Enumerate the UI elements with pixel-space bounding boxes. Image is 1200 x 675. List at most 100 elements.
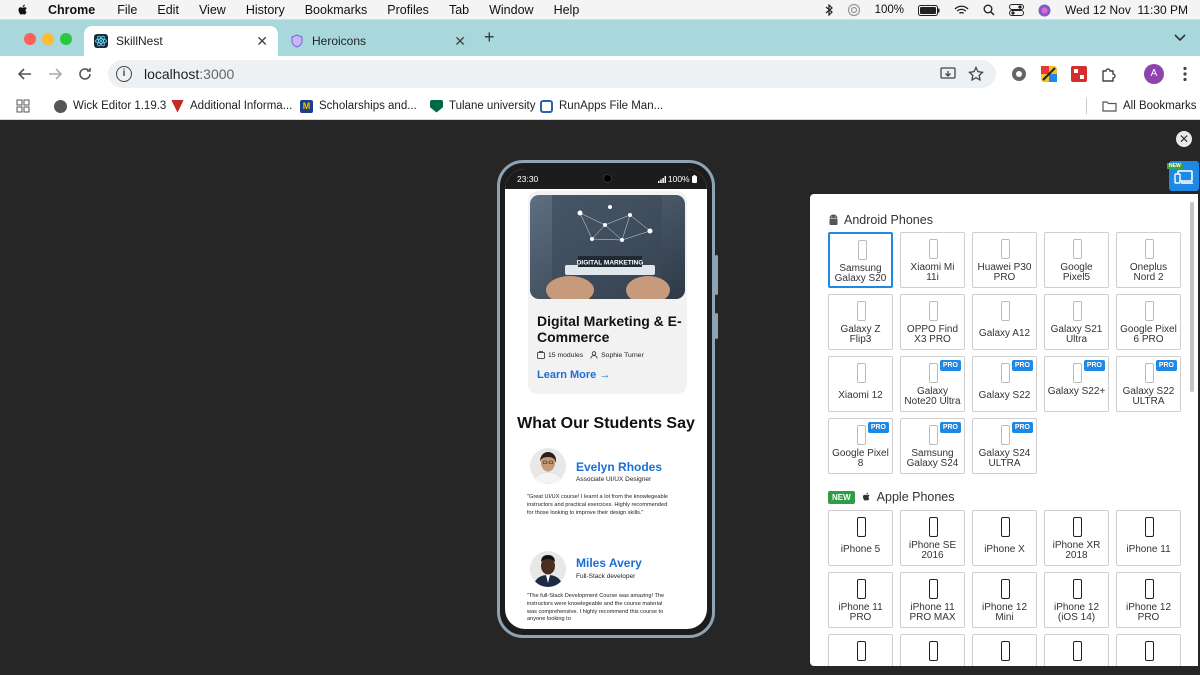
device-toggle-button[interactable]: NEW [1167, 161, 1199, 191]
profile-avatar[interactable]: A [1144, 64, 1164, 84]
bluetooth-icon[interactable] [825, 4, 833, 16]
install-app-icon[interactable] [940, 66, 956, 82]
extension-color-picker-icon[interactable] [1040, 65, 1058, 83]
tab-heroicons[interactable]: Heroicons ✕ [280, 26, 476, 56]
menu-bookmarks[interactable]: Bookmarks [305, 3, 368, 17]
course-title[interactable]: Digital Marketing & E-Commerce [537, 313, 685, 345]
apple-logo-icon[interactable] [16, 3, 30, 17]
device-option-iphone-x[interactable]: iPhone X [972, 510, 1037, 566]
tab-close-icon[interactable]: ✕ [454, 33, 466, 50]
device-option-galaxy-s24-ultra[interactable]: Galaxy S24 ULTRA PRO [972, 418, 1037, 474]
device-option-partial[interactable] [972, 634, 1037, 666]
menu-view[interactable]: View [199, 3, 226, 17]
device-option-xiaomi-12[interactable]: Xiaomi 12 [828, 356, 893, 412]
device-option-google-pixel-6-pro[interactable]: Google Pixel 6 PRO [1116, 294, 1181, 350]
device-option-iphone-5[interactable]: iPhone 5 [828, 510, 893, 566]
menu-window[interactable]: Window [489, 3, 533, 17]
reload-icon[interactable] [76, 65, 94, 83]
device-option-google-pixel5[interactable]: Google Pixel5 [1044, 232, 1109, 288]
menu-history[interactable]: History [246, 3, 285, 17]
device-option-oppo-find-x3-pro[interactable]: OPPO Find X3 PRO [900, 294, 965, 350]
chrome-tabstrip: SkillNest ✕ Heroicons ✕ + [0, 20, 1200, 56]
address-url[interactable]: localhost:3000 [144, 66, 234, 82]
extension-shield-icon[interactable] [1010, 65, 1028, 83]
airdrop-icon[interactable] [847, 3, 861, 17]
device-option-galaxy-note20-ultra[interactable]: Galaxy Note20 Ultra PRO [900, 356, 965, 412]
new-tab-button[interactable]: + [484, 27, 495, 48]
device-option-iphone-11-pro-max[interactable]: iPhone 11 PRO MAX [900, 572, 965, 628]
bookmark-star-icon[interactable] [968, 66, 984, 82]
menu-profiles[interactable]: Profiles [387, 3, 429, 17]
extensions-puzzle-icon[interactable] [1100, 65, 1118, 83]
device-option-iphone-12-pro[interactable]: iPhone 12 PRO [1116, 572, 1181, 628]
control-center-icon[interactable] [1009, 4, 1025, 16]
device-option-partial[interactable] [1116, 634, 1181, 666]
phone-outline-icon [929, 579, 938, 599]
device-option-partial[interactable] [828, 634, 893, 666]
device-option-partial[interactable] [1044, 634, 1109, 666]
device-option-iphone-12-mini[interactable]: iPhone 12 Mini [972, 572, 1037, 628]
spotlight-search-icon[interactable] [983, 4, 995, 16]
device-option-iphone-se-2016[interactable]: iPhone SE 2016 [900, 510, 965, 566]
device-option-galaxy-s21-ultra[interactable]: Galaxy S21 Ultra [1044, 294, 1109, 350]
window-close-button[interactable] [24, 33, 36, 45]
phone-outline-icon [1001, 239, 1010, 259]
device-option-samsung-galaxy-s24[interactable]: Samsung Galaxy S24 PRO [900, 418, 965, 474]
all-bookmarks-folder[interactable]: All Bookmarks [1102, 97, 1197, 115]
tab-close-icon[interactable]: ✕ [256, 33, 268, 50]
battery-icon[interactable] [918, 4, 940, 16]
bookmark-scholarships[interactable]: M Scholarships and... [300, 97, 417, 115]
device-option-galaxy-a12[interactable]: Galaxy A12 [972, 294, 1037, 350]
device-option-samsung-galaxy-s20[interactable]: Samsung Galaxy S20 [828, 232, 893, 288]
wifi-icon[interactable] [954, 5, 969, 16]
course-card[interactable]: DIGITAL MARKETING Digital Marketing & E-… [528, 191, 687, 394]
close-icon[interactable]: ✕ [1176, 131, 1192, 147]
phone-outline-icon [1001, 301, 1010, 321]
address-bar[interactable]: i localhost:3000 [108, 60, 996, 88]
device-option-huawei-p30-pro[interactable]: Huawei P30 PRO [972, 232, 1037, 288]
panel-scrollbar[interactable] [1190, 202, 1194, 392]
device-option-iphone-xr-2018[interactable]: iPhone XR 2018 [1044, 510, 1109, 566]
device-option-galaxy-z-flip3[interactable]: Galaxy Z Flip3 [828, 294, 893, 350]
forward-arrow-icon[interactable] [46, 65, 64, 83]
menu-app-chrome[interactable]: Chrome [48, 3, 95, 17]
device-name: Galaxy S22 ULTRA [1122, 386, 1175, 407]
learn-more-link[interactable]: Learn More → [537, 369, 610, 381]
apps-grid-icon[interactable] [16, 99, 30, 113]
device-option-oneplus-nord-2[interactable]: Oneplus Nord 2 [1116, 232, 1181, 288]
siri-icon[interactable] [1038, 4, 1051, 17]
device-option-google-pixel-8[interactable]: Google Pixel 8 PRO [828, 418, 893, 474]
device-option-galaxy-s22-ultra[interactable]: Galaxy S22 ULTRA PRO [1116, 356, 1181, 412]
menu-edit[interactable]: Edit [157, 3, 179, 17]
back-arrow-icon[interactable] [16, 65, 34, 83]
bookmark-tulane[interactable]: Tulane university [430, 97, 536, 115]
extension-grid-icon[interactable] [1070, 65, 1088, 83]
phone-outline-icon [1001, 579, 1010, 599]
device-option-galaxy-s22[interactable]: Galaxy S22+ PRO [1044, 356, 1109, 412]
menu-help[interactable]: Help [554, 3, 580, 17]
window-minimize-button[interactable] [42, 33, 54, 45]
bookmark-runapps[interactable]: RunApps File Man... [540, 97, 663, 115]
instructor-user-icon [590, 351, 598, 359]
site-info-icon[interactable]: i [116, 66, 132, 82]
menu-file[interactable]: File [117, 3, 137, 17]
chrome-menu-kebab-icon[interactable] [1176, 65, 1194, 83]
device-option-galaxy-s22[interactable]: Galaxy S22 PRO [972, 356, 1037, 412]
menu-tab[interactable]: Tab [449, 3, 469, 17]
tab-skillnest[interactable]: SkillNest ✕ [84, 26, 278, 56]
tab-search-chevron-icon[interactable] [1174, 34, 1186, 42]
device-name: Xiaomi Mi 11i [910, 262, 955, 283]
phone-outline-icon [858, 240, 867, 260]
course-instructor: Sophie Turner [601, 351, 644, 359]
phone-outline-icon [1001, 517, 1010, 537]
device-option-iphone-11-pro[interactable]: iPhone 11 PRO [828, 572, 893, 628]
device-option-iphone-11[interactable]: iPhone 11 [1116, 510, 1181, 566]
window-zoom-button[interactable] [60, 33, 72, 45]
phone-outline-icon [1073, 301, 1082, 321]
bookmark-additional-information[interactable]: Additional Informa... [171, 97, 292, 115]
device-option-partial[interactable] [900, 634, 965, 666]
device-option-iphone-12-ios-14[interactable]: iPhone 12 (iOS 14) [1044, 572, 1109, 628]
bookmark-wick-editor[interactable]: Wick Editor 1.19.3 [54, 97, 166, 115]
device-option-xiaomi-mi-11i[interactable]: Xiaomi Mi 11i [900, 232, 965, 288]
menubar-datetime[interactable]: Wed 12 Nov 11:30 PM [1065, 3, 1188, 17]
